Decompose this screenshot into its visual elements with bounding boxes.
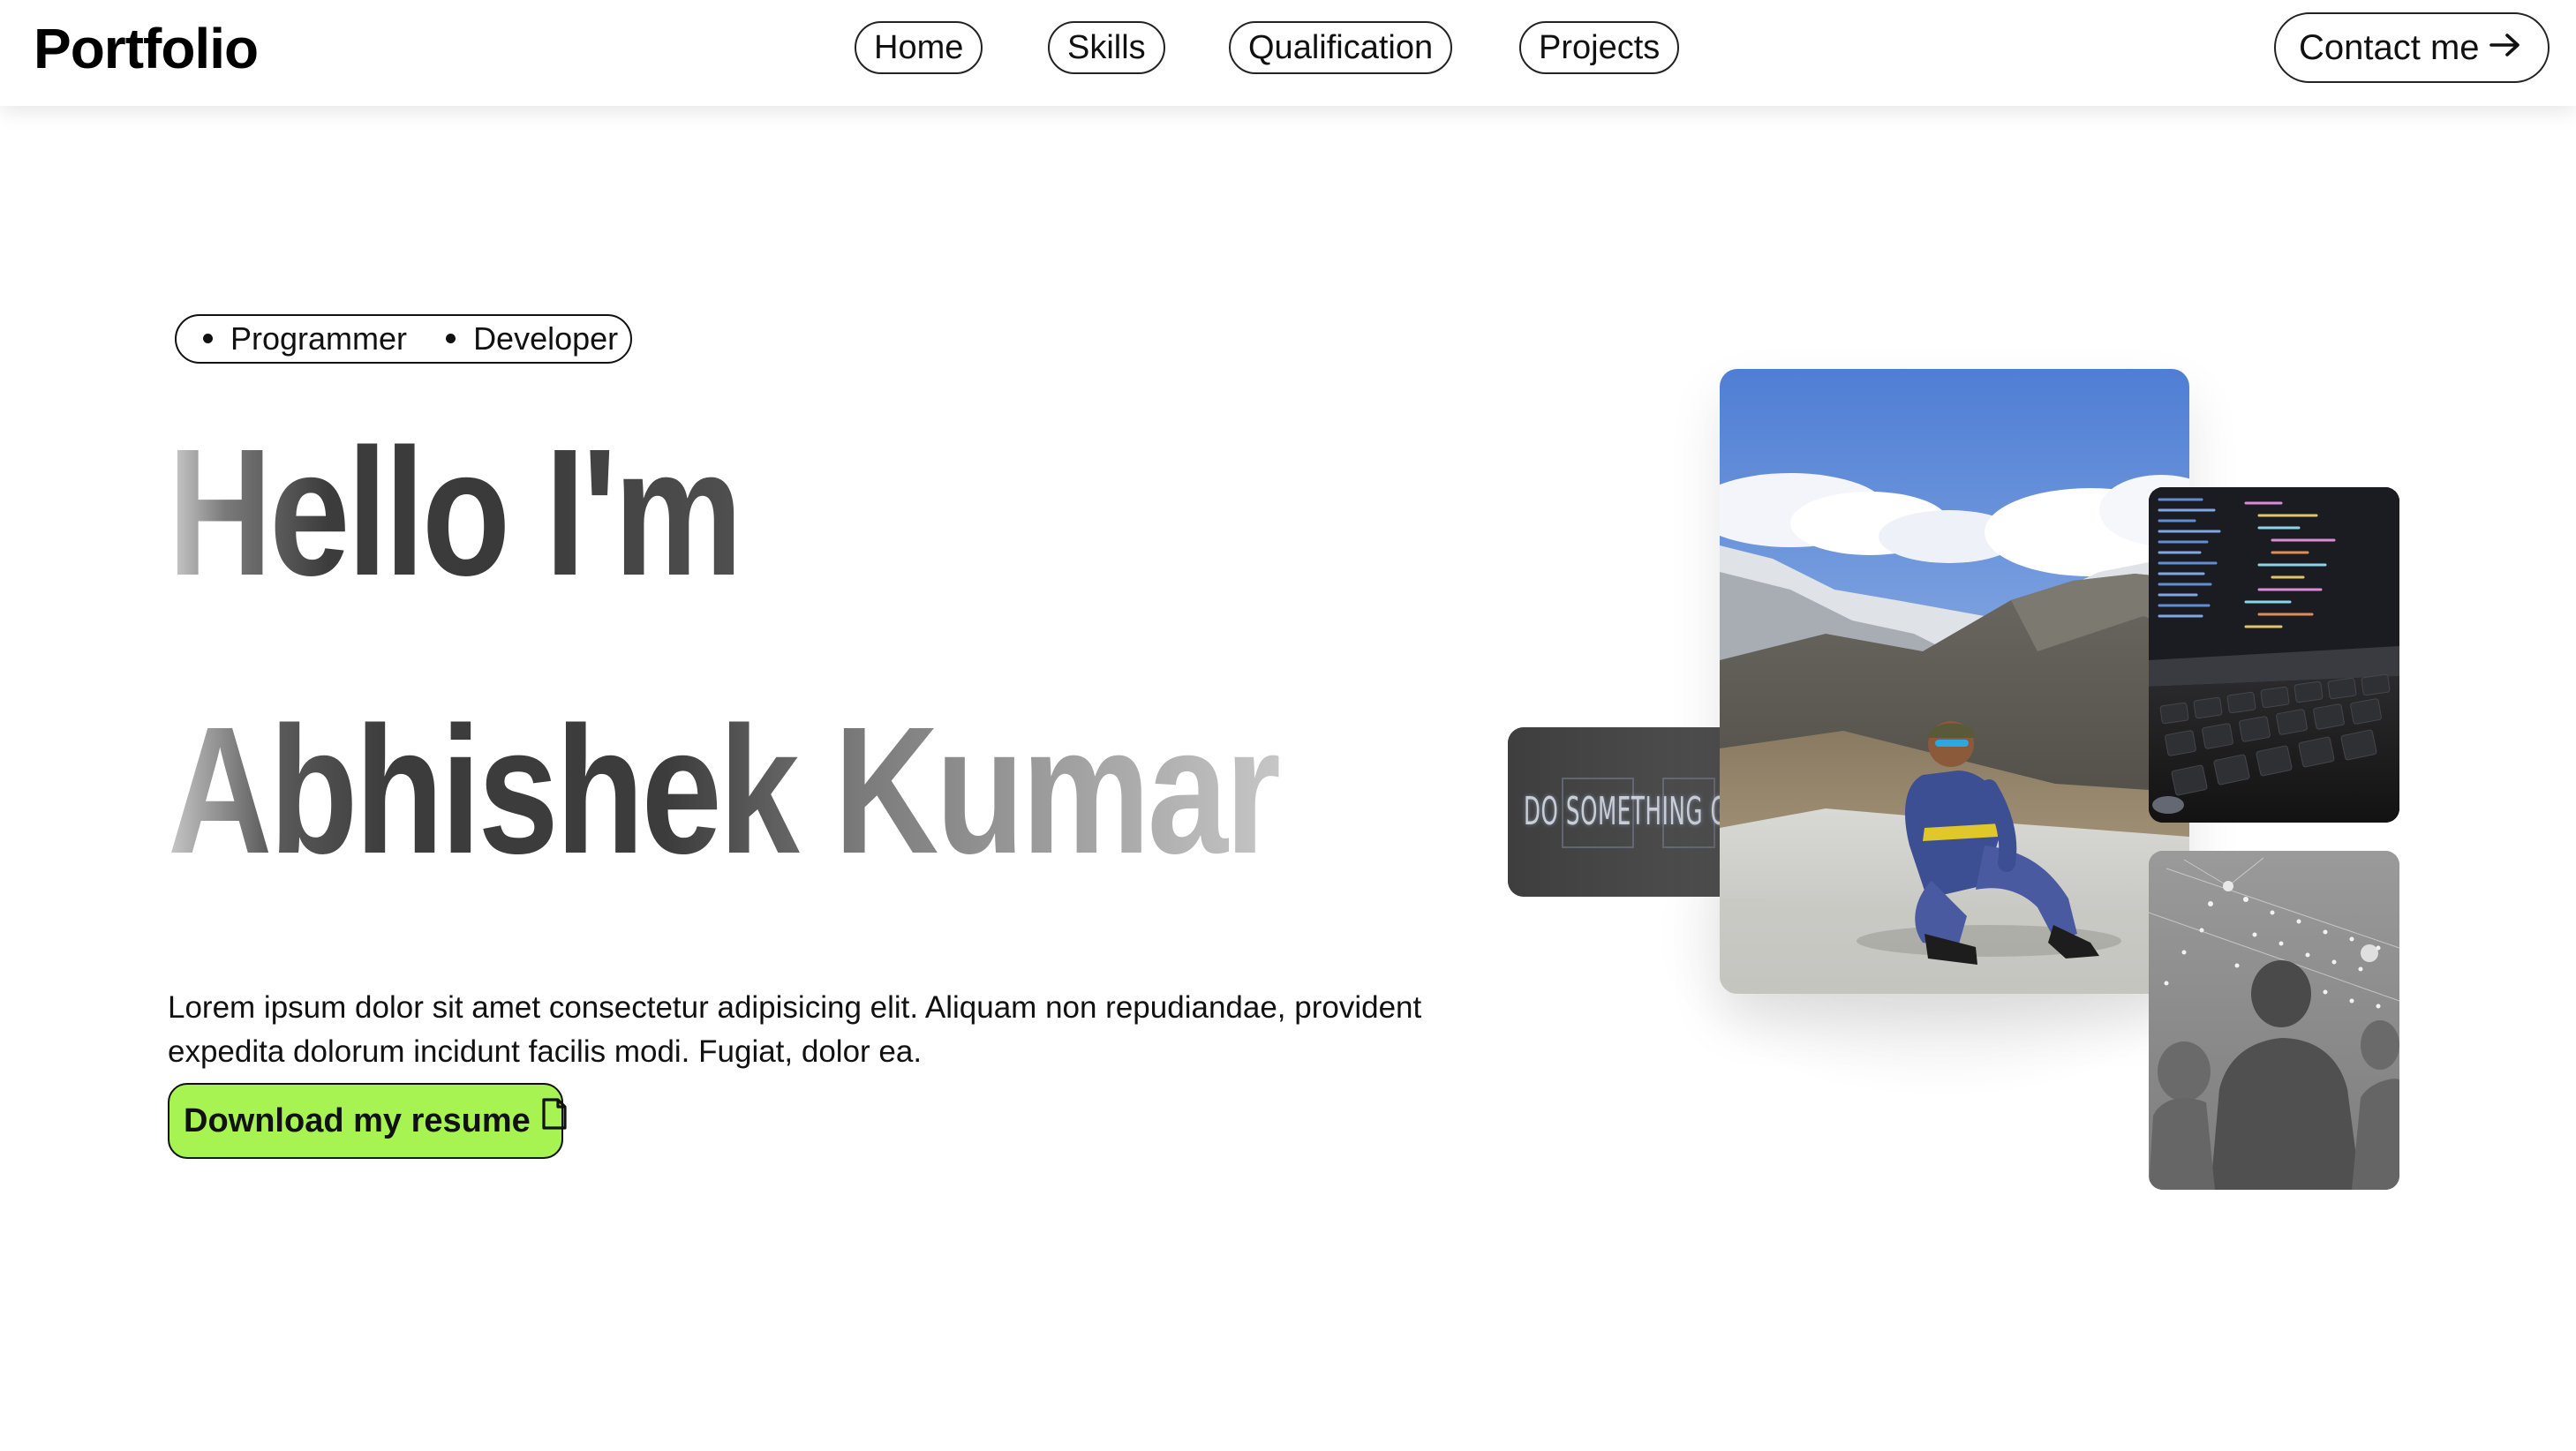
download-resume-button[interactable]: Download my resume <box>168 1083 567 1159</box>
bullet-dot-icon <box>446 333 456 343</box>
crowd-lights-photo <box>2149 851 2399 1190</box>
contact-me-label: Contact me <box>2299 28 2480 67</box>
logo[interactable]: Portfolio <box>34 16 259 81</box>
nav-link-skills[interactable]: Skills <box>1048 21 1165 74</box>
nav-link-qualification[interactable]: Qualification <box>1229 21 1453 74</box>
arrow-right-icon <box>2489 13 2522 80</box>
roles-badge: Programmer Developer <box>175 314 633 364</box>
role-label: Developer <box>473 320 619 357</box>
nav-link-projects[interactable]: Projects <box>1519 21 1680 74</box>
laptop-code-photo <box>2149 487 2399 823</box>
download-resume-label: Download my resume <box>184 1102 531 1139</box>
role-label: Programmer <box>230 320 408 357</box>
mountain-portrait-photo <box>1720 369 2189 994</box>
hero-description: Lorem ipsum dolor sit amet consectetur a… <box>168 990 1422 1069</box>
navbar: Portfolio Home Skills Qualification Proj… <box>0 0 2576 106</box>
contact-me-button[interactable]: Contact me <box>2274 12 2550 83</box>
name-heading: Abhishek Kumar <box>168 689 1282 891</box>
nav-link-home[interactable]: Home <box>855 21 983 74</box>
bullet-dot-icon <box>203 333 213 343</box>
file-icon <box>541 1084 568 1156</box>
greeting-heading: Hello I'm <box>168 411 742 613</box>
role-item: Programmer <box>203 316 407 362</box>
role-item: Developer <box>446 316 618 362</box>
